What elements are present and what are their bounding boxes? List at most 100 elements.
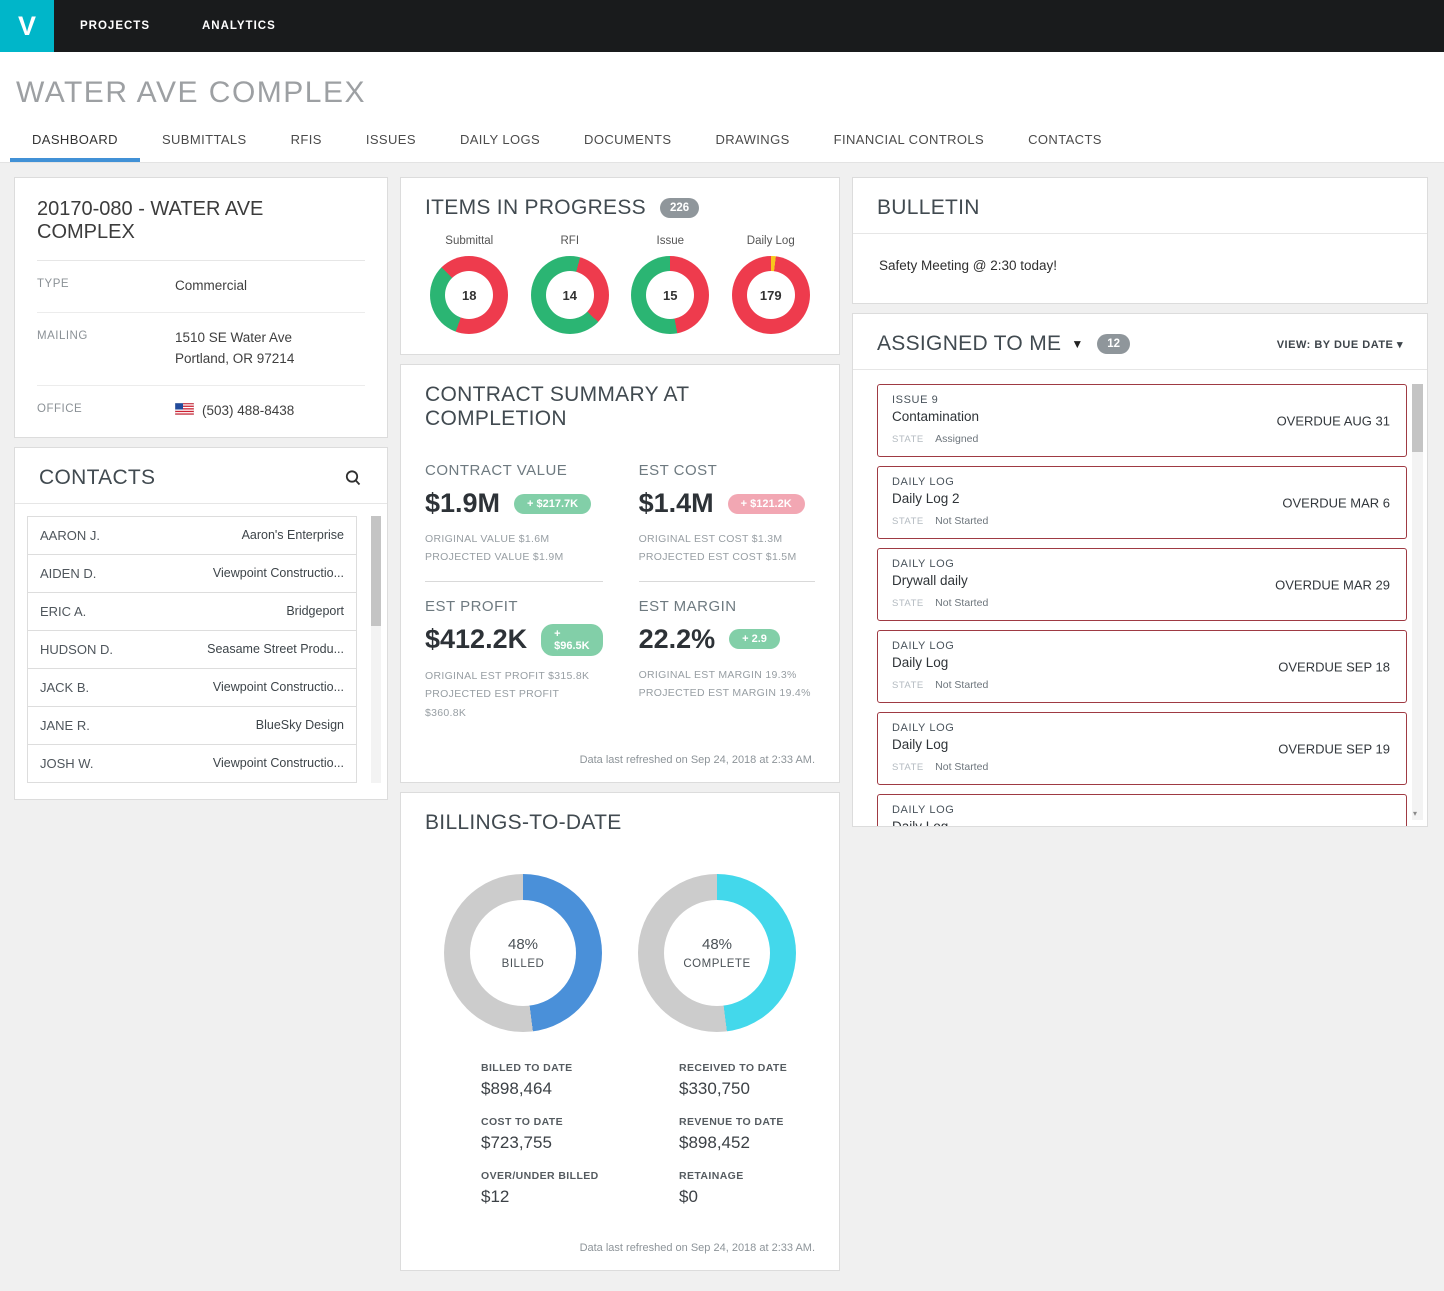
issue-donut-block: Issue 15 [631,235,709,334]
field-value: 1510 SE Water Ave Portland, OR 97214 [175,328,294,370]
items-in-progress-title: ITEMS IN PROGRESS [425,196,646,220]
billings-card: BILLINGS-TO-DATE 48% BILLED 48% COMPLETE… [400,792,840,1271]
scrollbar-thumb[interactable] [1412,384,1423,452]
assigned-scrollbar[interactable]: ▾ [1412,384,1423,820]
contact-company: Viewpoint Constructio... [213,566,344,580]
tab-dashboard[interactable]: DASHBOARD [10,120,140,162]
item-type: ISSUE 9 [892,394,1246,406]
overdue-date: OVERDUE MAR 29 [1275,577,1390,592]
assigned-list: ISSUE 9 Contamination STATE Assigned OVE… [853,370,1427,826]
billed-percent: 48% [508,936,538,953]
viewpoint-logo[interactable]: V [0,0,54,52]
tab-drawings[interactable]: DRAWINGS [693,120,811,162]
nav-item-projects[interactable]: PROJECTS [54,0,176,52]
tab-rfis[interactable]: RFIS [269,120,344,162]
dashboard-content: 20170-080 - WATER AVE COMPLEX TYPE Comme… [0,163,1444,1291]
dropdown-arrow-icon[interactable]: ▼ [1071,337,1083,351]
issue-donut-chart[interactable]: 15 [631,256,709,334]
rfi-donut-chart[interactable]: 14 [531,256,609,334]
contact-row[interactable]: JANE R. BlueSky Design [27,706,357,745]
caret-down-icon: ▾ [1397,339,1403,351]
nav-item-analytics[interactable]: ANALYTICS [176,0,302,52]
items-donut-row: Submittal 18 RFI 14 Issue 15 [401,233,839,354]
contract-summary-title: CONTRACT SUMMARY AT COMPLETION [425,383,815,431]
middle-column: ITEMS IN PROGRESS 226 Submittal 18 RFI 1… [400,177,840,1271]
contact-company: Seasame Street Produ... [207,642,344,656]
state-value: Not Started [935,761,988,773]
donut-label: Issue [657,235,685,247]
submittal-donut-chart[interactable]: 18 [430,256,508,334]
scrollbar-thumb[interactable] [371,516,381,626]
contact-row[interactable]: JACK B. Viewpoint Constructio... [27,668,357,707]
daily-log-donut-chart[interactable]: 179 [732,256,810,334]
tab-daily-logs[interactable]: DAILY LOGS [438,120,562,162]
contacts-card-title: CONTACTS [39,466,155,490]
contact-name: AIDEN D. [40,566,96,581]
stat-revenue-to-date: REVENUE TO DATE $898,452 [679,1116,875,1153]
contact-name: JACK B. [40,680,89,695]
assigned-count-badge: 12 [1097,334,1130,354]
contact-name: JOSH W. [40,756,93,771]
stat-over-under-billed: OVER/UNDER BILLED $12 [481,1170,677,1207]
overdue-date: OVERDUE MAR 6 [1282,495,1390,510]
assigned-item[interactable]: DAILY LOG Daily Log STATE Not Started OV… [877,712,1407,785]
contact-row[interactable]: AARON J. Aaron's Enterprise [27,516,357,555]
tab-issues[interactable]: ISSUES [344,120,438,162]
contact-row[interactable]: HUDSON D. Seasame Street Produ... [27,630,357,669]
overdue-date: OVERDUE SEP 20 [1278,823,1390,826]
state-label: STATE [892,434,924,445]
project-title: 20170-080 - WATER AVE COMPLEX [37,178,365,261]
overdue-date: OVERDUE AUG 31 [1277,413,1390,428]
stat-label: COST TO DATE [481,1116,677,1128]
state-label: STATE [892,762,924,773]
stat-label: REVENUE TO DATE [679,1116,875,1128]
assigned-item[interactable]: DAILY LOG Daily Log STATE Not Started OV… [877,794,1407,826]
item-name: Daily Log [892,737,1246,752]
donut-label: RFI [560,235,579,247]
metric-value: $1.4M [639,488,714,519]
right-column: BULLETIN Safety Meeting @ 2:30 today! AS… [852,177,1428,827]
project-field-mailing: MAILING 1510 SE Water Ave Portland, OR 9… [37,313,365,386]
stat-label: OVER/UNDER BILLED [481,1170,677,1182]
project-info-card: 20170-080 - WATER AVE COMPLEX TYPE Comme… [14,177,388,438]
view-by-due-date-select[interactable]: VIEW: BY DUE DATE ▾ [1277,338,1403,351]
bulletin-message: Safety Meeting @ 2:30 today! [853,234,1427,303]
assigned-item[interactable]: ISSUE 9 Contamination STATE Assigned OVE… [877,384,1407,457]
item-name: Daily Log 2 [892,491,1246,506]
metric-sub-projected: PROJECTED VALUE $1.9M [425,548,603,566]
state-value: Not Started [935,597,988,609]
tab-submittals[interactable]: SUBMITTALS [140,120,269,162]
scrollbar-down-arrow-icon[interactable]: ▾ [1413,809,1417,818]
donut-count: 14 [563,288,577,303]
office-phone: (503) 488-8438 [202,401,294,422]
assigned-item[interactable]: DAILY LOG Daily Log STATE Not Started OV… [877,630,1407,703]
state-label: STATE [892,516,924,527]
overdue-date: OVERDUE SEP 19 [1278,741,1390,756]
assigned-item[interactable]: DAILY LOG Drywall daily STATE Not Starte… [877,548,1407,621]
donut-label: Submittal [445,235,493,247]
contact-row[interactable]: JOSH W. Viewpoint Constructio... [27,744,357,783]
contract-refresh-note: Data last refreshed on Sep 24, 2018 at 2… [401,736,839,782]
tab-financial-controls[interactable]: FINANCIAL CONTROLS [812,120,1006,162]
stat-label: RETAINAGE [679,1170,875,1182]
contact-company: BlueSky Design [256,718,344,732]
assigned-item[interactable]: DAILY LOG Daily Log 2 STATE Not Started … [877,466,1407,539]
contact-row[interactable]: ERIC A. Bridgeport [27,592,357,631]
items-in-progress-count-badge: 226 [660,198,699,218]
stat-value: $330,750 [679,1079,875,1099]
contacts-scrollbar[interactable] [371,516,381,783]
tab-contacts[interactable]: CONTACTS [1006,120,1124,162]
stat-value: $898,464 [481,1079,677,1099]
billed-donut-chart[interactable]: 48% BILLED [444,874,602,1032]
contact-row[interactable]: AIDEN D. Viewpoint Constructio... [27,554,357,593]
submittal-donut-block: Submittal 18 [430,235,508,334]
tab-documents[interactable]: DOCUMENTS [562,120,693,162]
billings-refresh-note: Data last refreshed on Sep 24, 2018 at 2… [401,1224,839,1270]
complete-percent: 48% [702,936,732,953]
complete-donut-chart[interactable]: 48% COMPLETE [638,874,796,1032]
delta-pill: + $96.5K [541,624,602,656]
search-icon[interactable] [343,468,363,488]
metric-value: 22.2% [639,624,716,655]
us-flag-icon [175,401,194,422]
stat-billed-to-date: BILLED TO DATE $898,464 [481,1062,677,1099]
